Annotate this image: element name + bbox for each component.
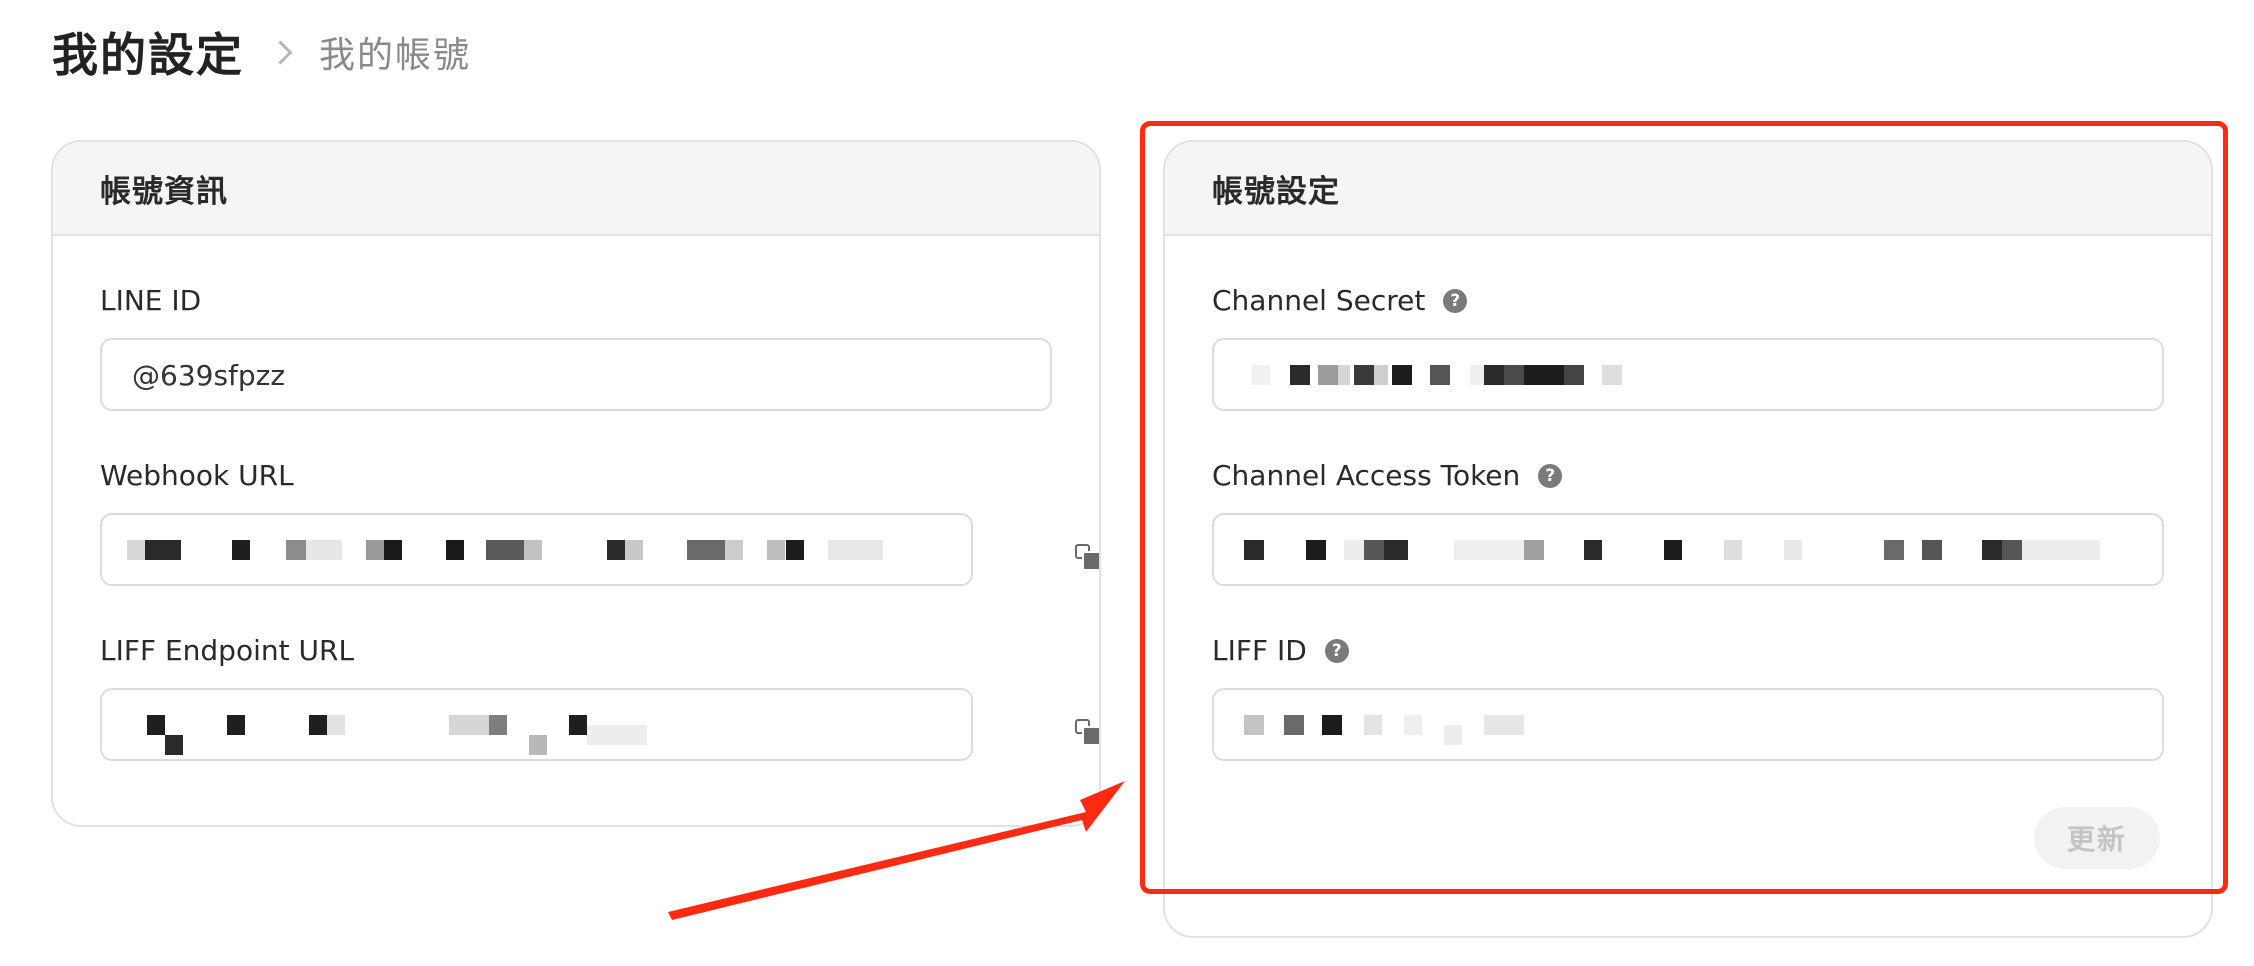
liff-id-label-text: LIFF ID — [1212, 634, 1307, 667]
account-info-header: 帳號資訊 — [53, 142, 1099, 236]
liff-endpoint-url-field[interactable] — [100, 688, 973, 761]
channel-access-token-help-icon[interactable]: ? — [1538, 463, 1563, 488]
line-id-label-text: LINE ID — [100, 284, 202, 317]
channel-secret-field[interactable] — [1212, 338, 2164, 411]
update-button[interactable]: 更新 — [2034, 807, 2160, 869]
webhook-url-label-text: Webhook URL — [100, 459, 294, 492]
breadcrumb-root[interactable]: 我的設定 — [52, 19, 244, 85]
line-id-value: @639sfpzz — [132, 359, 286, 392]
breadcrumb: 我的設定 我的帳號 — [52, 22, 471, 82]
copy-webhook-url-icon[interactable] — [1075, 544, 1099, 571]
liff-id-help-icon[interactable]: ? — [1324, 638, 1349, 663]
line-id-field[interactable]: @639sfpzz — [100, 338, 1052, 411]
copy-liff-endpoint-url-icon[interactable] — [1075, 719, 1099, 746]
account-info-card: 帳號資訊 LINE ID @639sfpzz Webhook URL LIFF … — [51, 140, 1101, 827]
liff-endpoint-url-label-text: LIFF Endpoint URL — [100, 634, 355, 667]
channel-access-token-label-text: Channel Access Token — [1212, 459, 1521, 492]
channel-secret-label-text: Channel Secret — [1212, 284, 1426, 317]
chevron-right-icon — [268, 39, 293, 65]
breadcrumb-current: 我的帳號 — [319, 35, 472, 76]
channel-access-token-field[interactable] — [1212, 513, 2164, 586]
account-settings-header: 帳號設定 — [1165, 142, 2211, 236]
liff-id-label: LIFF ID ? — [1212, 634, 1349, 667]
account-settings-title: 帳號設定 — [1212, 173, 1340, 210]
channel-access-token-label: Channel Access Token ? — [1212, 459, 1563, 492]
account-info-title: 帳號資訊 — [100, 173, 228, 210]
line-id-label: LINE ID — [100, 284, 201, 317]
channel-secret-help-icon[interactable]: ? — [1443, 288, 1468, 313]
webhook-url-label: Webhook URL — [100, 459, 294, 492]
liff-endpoint-url-label: LIFF Endpoint URL — [100, 634, 354, 667]
webhook-url-field[interactable] — [100, 513, 973, 586]
liff-id-field[interactable] — [1212, 688, 2164, 761]
channel-secret-label: Channel Secret ? — [1212, 284, 1468, 317]
